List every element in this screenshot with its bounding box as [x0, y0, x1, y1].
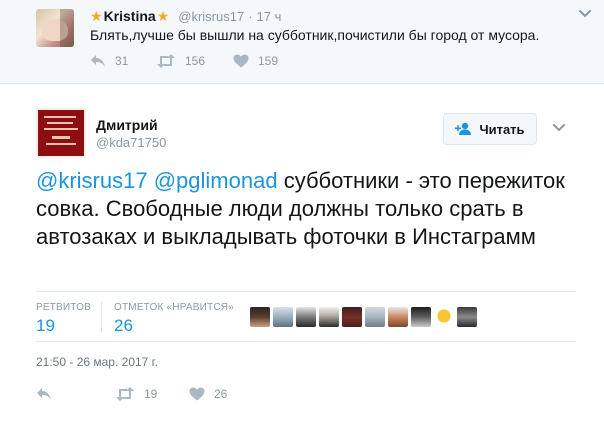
follow-button-label: Читать — [479, 121, 525, 137]
like-count: 26 — [214, 387, 228, 401]
parent-author-name[interactable]: Kristina — [104, 8, 156, 24]
like-button[interactable]: 159 — [233, 53, 278, 69]
retweet-count: 156 — [185, 54, 206, 68]
parent-tweet[interactable]: ★ Kristina ★ @krisrus17 · 17 ч Блять,луч… — [0, 0, 604, 84]
star-icon: ★ — [90, 8, 103, 24]
separator-dot: · — [248, 8, 253, 24]
parent-timestamp[interactable]: 17 ч — [257, 9, 282, 24]
stat-divider — [101, 302, 102, 332]
main-tweet-text: @krisrus17 @pglimonad субботники - это п… — [36, 167, 576, 251]
reply-count: 31 — [115, 54, 129, 68]
main-avatar[interactable] — [36, 108, 86, 158]
liker-avatar[interactable] — [342, 307, 362, 327]
likes-stat-value: 26 — [114, 316, 133, 335]
retweets-stat[interactable]: РЕТВИТОВ 19 — [36, 302, 91, 336]
retweets-stat-value: 19 — [36, 316, 55, 335]
retweet-button[interactable]: 156 — [156, 53, 233, 69]
add-user-icon — [455, 122, 473, 136]
divider — [36, 291, 576, 292]
likes-stat[interactable]: ОТМЕТОК «НРАВИТСЯ» 26 — [114, 302, 234, 336]
main-tweet: Дмитрий @kda71750 Читать @krisrus17 @pgl… — [0, 85, 604, 431]
main-author-handle[interactable]: @kda71750 — [96, 135, 166, 150]
likes-stat-label: ОТМЕТОК «НРАВИТСЯ» — [114, 302, 234, 313]
liker-avatars — [250, 307, 480, 327]
like-button[interactable]: 26 — [189, 386, 227, 402]
liker-avatar[interactable] — [457, 307, 477, 327]
parent-author-handle[interactable]: @krisrus17 — [178, 9, 244, 24]
retweet-button[interactable]: 19 — [115, 386, 189, 402]
liker-avatar[interactable] — [411, 307, 431, 327]
liker-avatar[interactable] — [434, 307, 454, 327]
like-count: 159 — [258, 54, 279, 68]
follow-button[interactable]: Читать — [443, 113, 537, 145]
liker-avatar[interactable] — [296, 307, 316, 327]
parent-action-bar: 31 156 159 — [90, 53, 278, 69]
retweets-stat-label: РЕТВИТОВ — [36, 302, 92, 313]
chevron-down-icon[interactable] — [578, 9, 592, 19]
mention-link[interactable]: @pglimonad — [154, 168, 278, 193]
main-action-bar: 19 26 — [36, 386, 227, 402]
parent-avatar[interactable] — [36, 9, 74, 47]
star-icon: ★ — [156, 8, 170, 24]
parent-tweet-text: Блять,лучше бы вышли на субботник,почист… — [90, 27, 540, 43]
liker-avatar[interactable] — [365, 307, 385, 327]
divider — [36, 341, 576, 342]
chevron-down-icon[interactable] — [552, 123, 566, 133]
reply-button[interactable]: 31 — [90, 53, 156, 69]
tweet-timestamp[interactable]: 21:50 - 26 мар. 2017 г. — [36, 355, 158, 369]
retweet-icon — [156, 54, 176, 68]
reply-button[interactable] — [36, 386, 115, 402]
reply-icon — [90, 54, 106, 68]
liker-avatar[interactable] — [319, 307, 339, 327]
heart-icon — [233, 54, 249, 68]
liker-avatar[interactable] — [388, 307, 408, 327]
liker-avatar[interactable] — [250, 307, 270, 327]
main-author-name[interactable]: Дмитрий — [96, 117, 158, 133]
parent-header: ★ Kristina ★ @krisrus17 · 17 ч — [90, 7, 281, 25]
heart-icon — [189, 387, 205, 401]
retweet-icon — [115, 387, 135, 401]
retweet-count: 19 — [144, 387, 158, 401]
mention-link[interactable]: @krisrus17 — [36, 168, 148, 193]
reply-icon — [36, 387, 52, 401]
liker-avatar[interactable] — [273, 307, 293, 327]
